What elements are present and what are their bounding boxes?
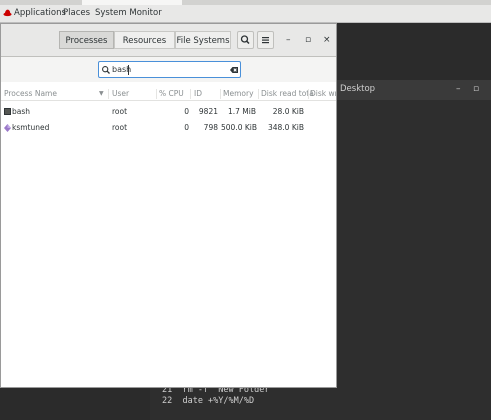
search-input[interactable]: bash (98, 61, 241, 78)
column-disk-read[interactable]: Disk read tota (261, 89, 314, 98)
system-monitor-window: Processes Resources File Systems – ▫ × b… (0, 23, 337, 388)
search-icon (240, 35, 250, 45)
table-row[interactable]: ksmtuned root 0 798 500.0 KiB 348.0 KiB (1, 121, 336, 136)
redhat-logo-icon (3, 9, 12, 17)
process-id: 9821 (198, 107, 218, 116)
search-toggle-button[interactable] (237, 31, 254, 49)
places-menu[interactable]: Places (63, 8, 90, 18)
column-cpu[interactable]: % CPU (159, 89, 184, 98)
process-memory: 500.0 KiB (221, 123, 258, 132)
process-name: ksmtuned (12, 123, 50, 132)
column-disk-write[interactable]: Disk writ (310, 89, 336, 98)
panel-strip (0, 0, 491, 5)
column-headers: Process Name ▼ User % CPU ID Memory Disk… (1, 88, 336, 101)
sort-descending-icon: ▼ (99, 90, 104, 97)
column-memory[interactable]: Memory (223, 89, 254, 98)
process-disk-read: 348.0 KiB (267, 123, 304, 132)
column-id[interactable]: ID (194, 89, 202, 98)
process-disk-read: 28.0 KiB (272, 107, 304, 116)
process-name: bash (12, 107, 31, 116)
menu-button[interactable] (257, 31, 274, 49)
terminal-title: Desktop (340, 84, 376, 94)
process-user: root (112, 123, 128, 132)
close-button[interactable]: × (323, 35, 331, 45)
column-process-name[interactable]: Process Name (4, 89, 57, 98)
process-id: 798 (203, 123, 218, 132)
tab-processes[interactable]: Processes (59, 31, 114, 49)
table-row[interactable]: bash root 0 9821 1.7 MiB 28.0 KiB (1, 105, 336, 120)
process-cpu: 0 (184, 107, 189, 116)
text-cursor (128, 65, 129, 75)
search-field-icon (102, 66, 110, 74)
app-menu-system-monitor[interactable]: System Monitor (95, 8, 162, 18)
tab-resources[interactable]: Resources (114, 31, 175, 49)
terminal-line: 22 date +%Y/%M/%D (162, 396, 255, 406)
header-bar: Processes Resources File Systems – ▫ × (1, 24, 336, 57)
applications-menu[interactable]: Applications (14, 8, 66, 18)
top-panel: Applications Places System Monitor (0, 0, 491, 23)
maximize-button[interactable]: ▫ (305, 35, 311, 45)
terminal-minimize-button[interactable]: – (456, 84, 461, 94)
search-bar: bash (1, 57, 336, 82)
tab-file-systems[interactable]: File Systems (175, 31, 231, 49)
process-user: root (112, 107, 128, 116)
hamburger-icon (262, 37, 269, 44)
terminal-icon (4, 108, 11, 115)
process-memory: 1.7 MiB (227, 107, 256, 116)
terminal-output: 21 rm -f New Folder 22 date +%Y/%M/%D (162, 385, 269, 407)
minimize-button[interactable]: – (286, 35, 291, 45)
clear-search-icon[interactable] (229, 65, 239, 75)
column-user[interactable]: User (112, 89, 129, 98)
terminal-maximize-button[interactable]: ▫ (473, 84, 479, 94)
process-cpu: 0 (184, 123, 189, 132)
diamond-icon (4, 124, 11, 132)
